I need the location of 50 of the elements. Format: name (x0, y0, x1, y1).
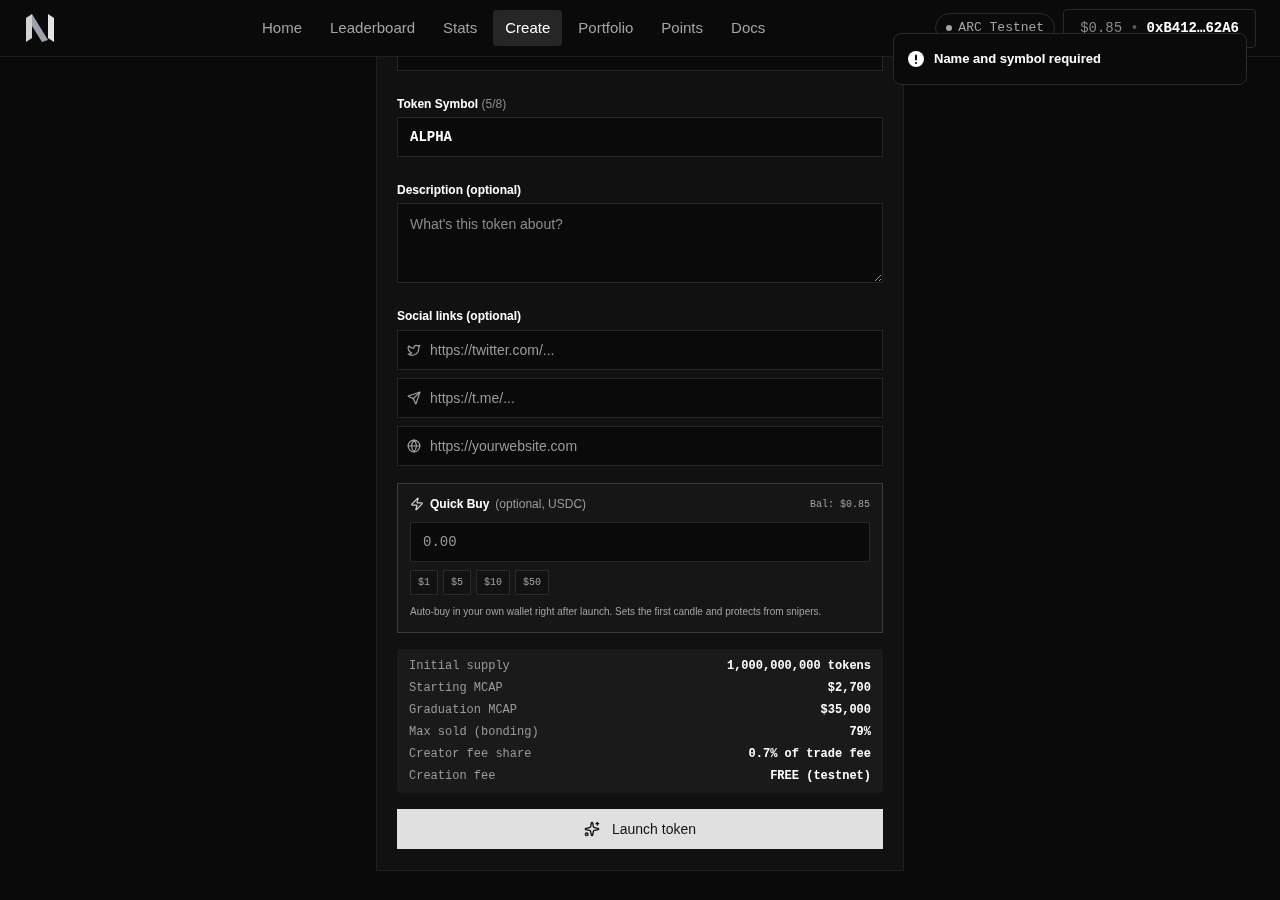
stat-value: 79% (849, 724, 871, 741)
nav-tab[interactable]: Docs (719, 9, 778, 47)
wallet-address: 0xB412…62A6 (1146, 18, 1239, 38)
symbol-field[interactable]: ALPHA (397, 117, 883, 157)
nav-tab[interactable]: Leaderboard (318, 9, 428, 47)
field-label: Description (optional) (397, 182, 522, 199)
link-field[interactable]: https://yourwebsite.com (397, 426, 883, 466)
quick-buy-note: (optional, USDC) (495, 496, 587, 513)
amount-field[interactable]: 0.00 (410, 522, 870, 562)
stat-label: Creation fee (409, 768, 496, 785)
preset-amount-button[interactable]: $50 (515, 570, 550, 595)
link-field[interactable]: https://twitter.com/... (397, 330, 883, 370)
link-field[interactable]: https://t.me/... (397, 378, 883, 418)
stat-label: Graduation MCAP (409, 702, 518, 719)
network-name: ARC Testnet (958, 19, 1045, 38)
description-field[interactable]: What's this token about? (397, 203, 883, 283)
alert-icon (908, 51, 924, 67)
nav-tab[interactable]: Portfolio (566, 9, 646, 47)
quick-buy-title: Quick Buy (430, 496, 490, 513)
stat-label: Max sold (bonding) (409, 724, 539, 741)
preset-amount-button[interactable]: $10 (476, 570, 511, 595)
quick-buy-hint: Auto-buy in your own wallet right after launch. Sets the first candle and protects from snipers. (410, 605, 823, 619)
char-count: (5/8) (481, 97, 507, 111)
globe-icon (407, 439, 421, 453)
stat-label: Creator fee share (409, 746, 532, 763)
lightning-icon (410, 497, 424, 511)
preset-amount-button[interactable]: $5 (443, 570, 472, 595)
paper-plane-icon (407, 391, 421, 405)
stat-label: Initial supply (409, 658, 510, 675)
logo-icon[interactable] (24, 12, 56, 44)
stat-value: $35,000 (820, 702, 871, 719)
nav-tab[interactable]: Points (649, 9, 716, 47)
stat-label: Starting MCAP (409, 680, 503, 697)
balance-text: Bal: $0.85 (810, 497, 870, 512)
stat-value: FREE (testnet) (770, 768, 871, 785)
sparkle-icon (583, 821, 600, 837)
stat-value: 0.7% of trade fee (748, 746, 871, 763)
stat-value: 1,000,000,000 tokens (726, 658, 871, 675)
field-label: Social links (optional) (397, 308, 522, 325)
wallet-balance: $0.85 (1080, 18, 1123, 38)
field-label: Token Symbol (397, 97, 479, 111)
separator-dot: • (1130, 18, 1139, 38)
preset-amount-button[interactable]: $1 (410, 570, 438, 595)
toast-message: Name and symbol required (934, 50, 1101, 69)
nav-tab[interactable]: Create (493, 9, 563, 47)
nav-tab[interactable]: Stats (431, 9, 490, 47)
launch-button[interactable]: Launch token (397, 809, 883, 849)
bird-icon (407, 343, 421, 357)
nav-tab[interactable]: Home (250, 9, 314, 47)
stat-value: $2,700 (827, 680, 871, 697)
